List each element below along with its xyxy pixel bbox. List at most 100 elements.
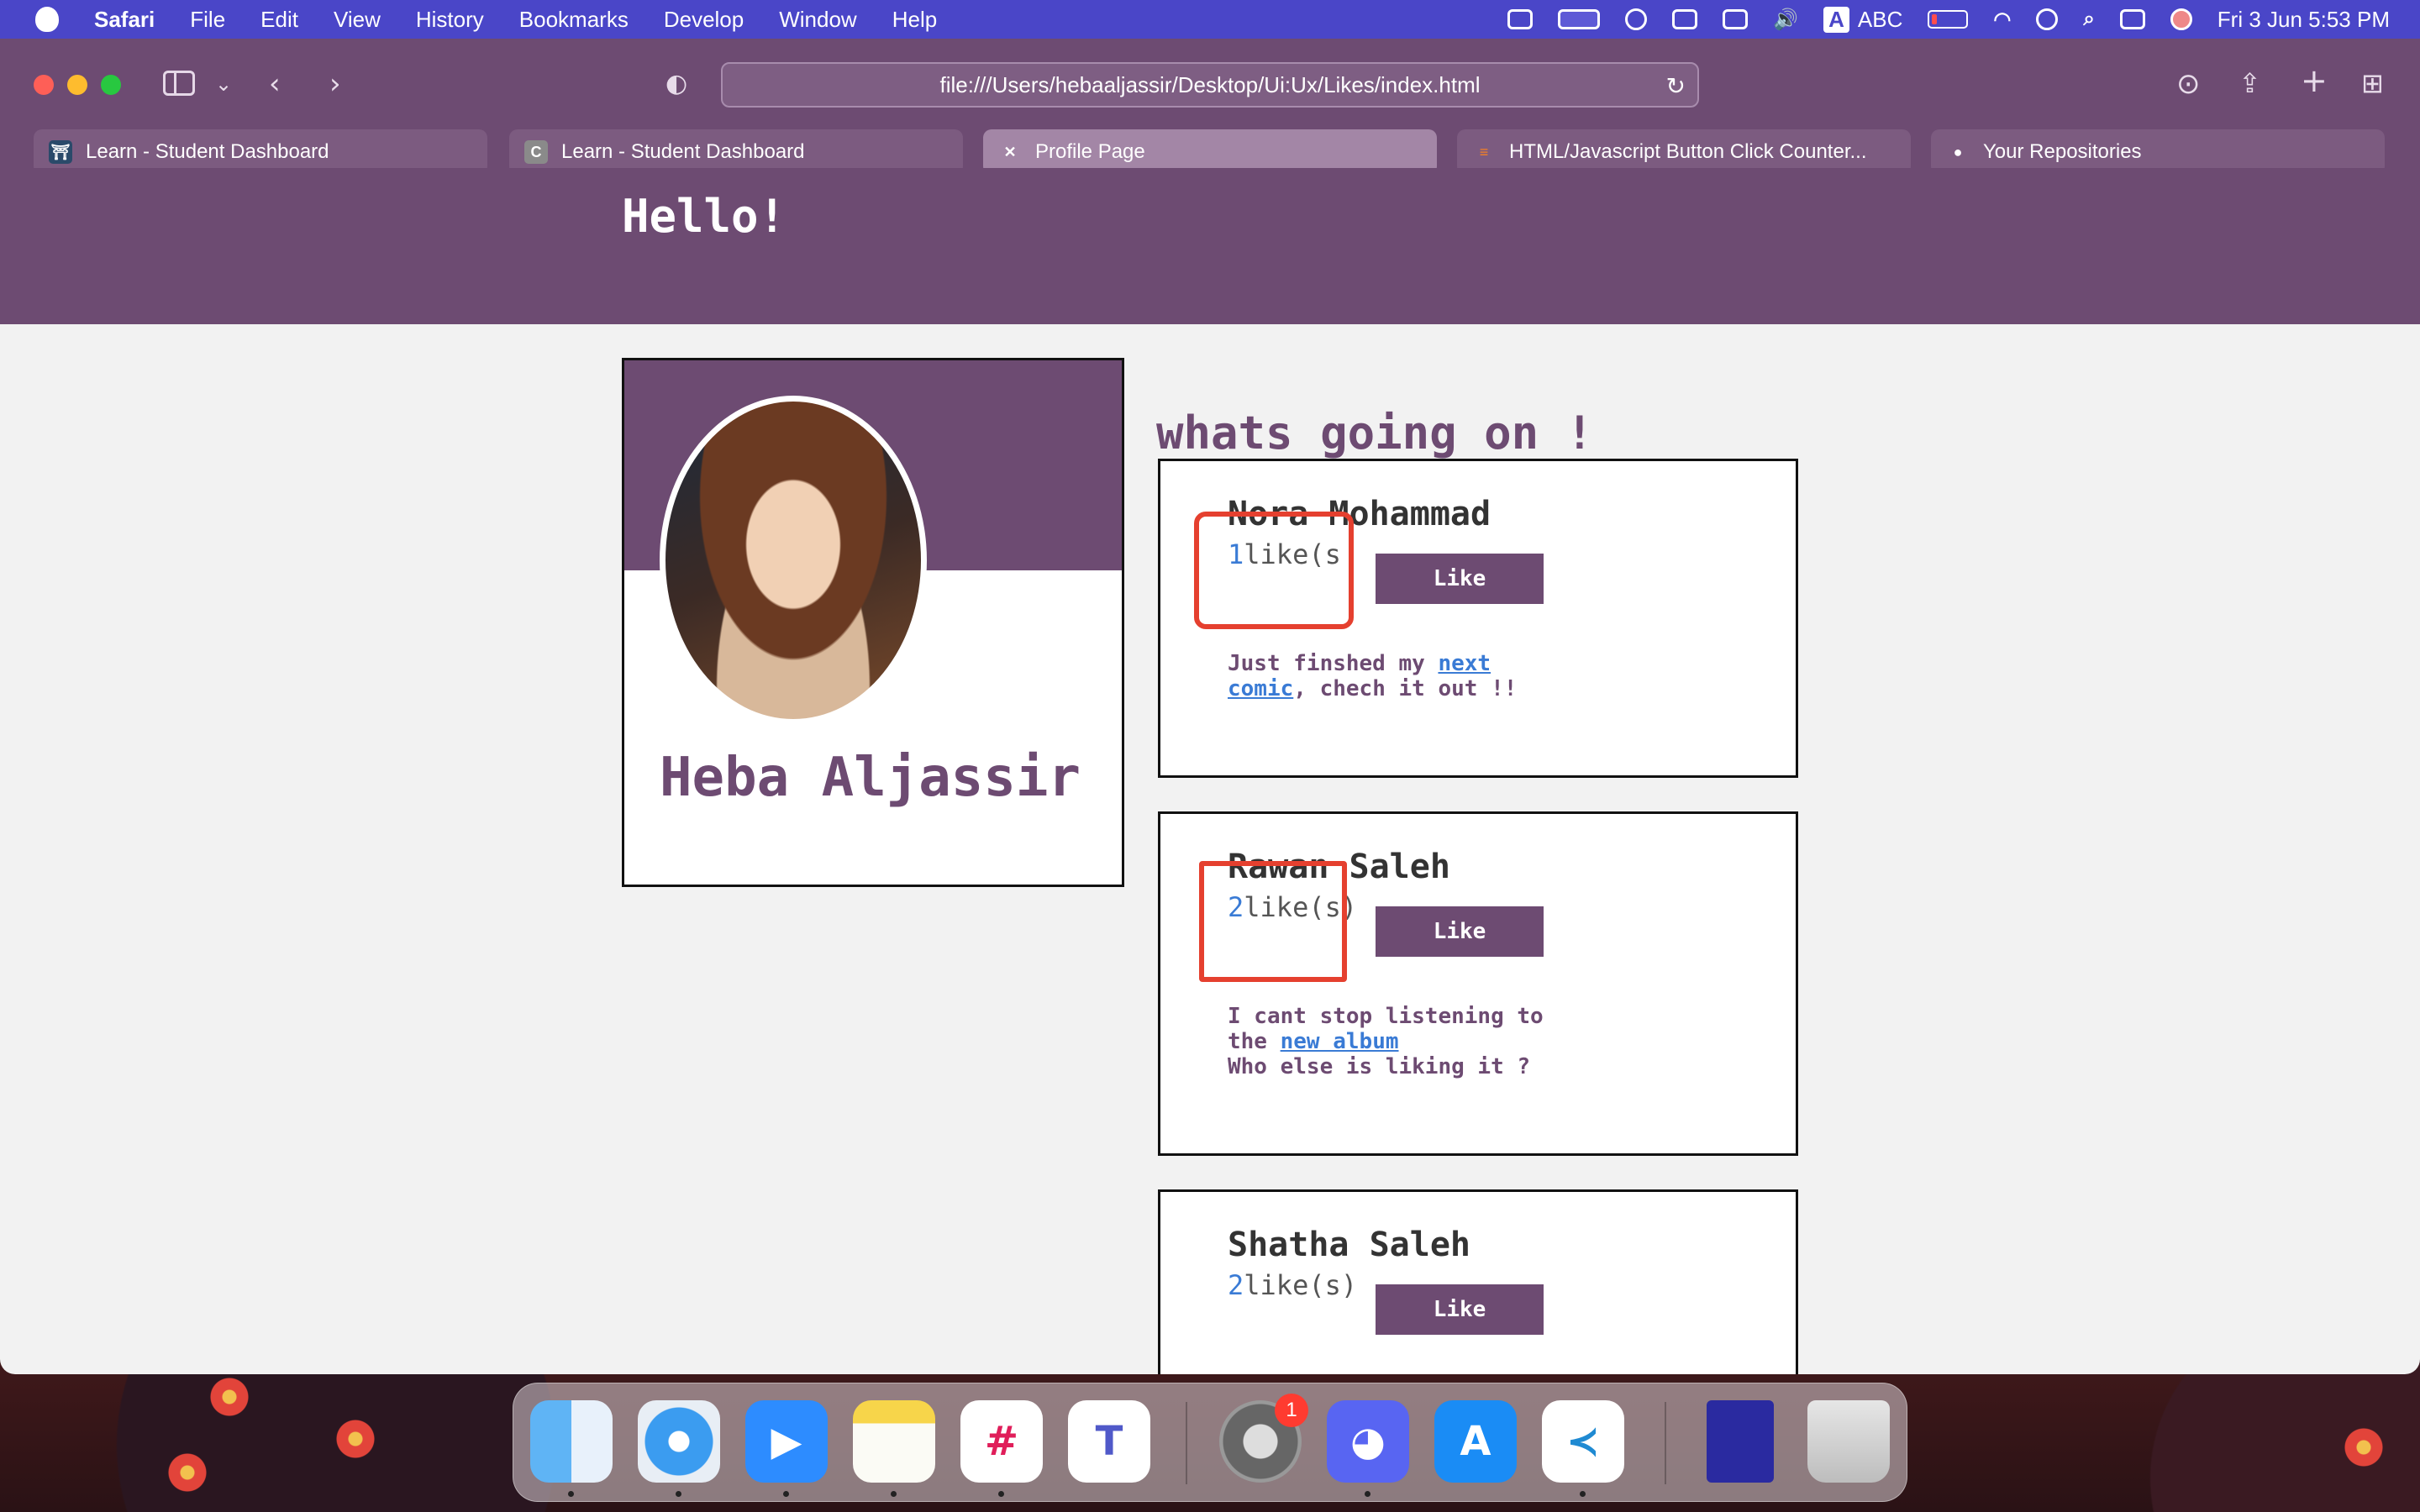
dock-separator xyxy=(1665,1402,1666,1484)
tab-label: HTML/Javascript Button Click Counter... xyxy=(1509,140,1867,163)
menu-view[interactable]: View xyxy=(334,7,381,33)
post-text-after: , chech it out !! xyxy=(1293,676,1518,701)
back-arrow-icon[interactable]: ‹ xyxy=(269,67,281,101)
trash-icon[interactable] xyxy=(1807,1400,1890,1483)
dock-status-icon[interactable] xyxy=(1672,9,1698,29)
input-source[interactable]: A ABC xyxy=(1823,6,1903,33)
tab-overview-icon[interactable]: ⊞ xyxy=(2361,67,2384,99)
discord-icon[interactable]: ◕ xyxy=(1327,1400,1409,1483)
menu-bar: Safari File Edit View History Bookmarks … xyxy=(0,0,2420,39)
post-text: I cant stop listening to the new album Wh… xyxy=(1228,1004,1547,1079)
sidebar-toggle-icon[interactable] xyxy=(163,71,195,96)
notification-badge: 1 xyxy=(1275,1394,1308,1427)
volume-icon[interactable]: 🔊 xyxy=(1773,8,1798,32)
vscode-icon[interactable]: ≺ xyxy=(1542,1400,1624,1483)
address-bar[interactable]: file:///Users/hebaaljassir/Desktop/Ui:Ux… xyxy=(721,62,1699,108)
clock[interactable]: Fri 3 Jun 5:53 PM xyxy=(2217,7,2390,33)
chevron-down-icon[interactable]: ⌄ xyxy=(215,72,232,96)
annotation-highlight-box xyxy=(1199,861,1347,982)
web-page: Hello! Heba Aljassir whats going on ! No… xyxy=(0,168,2420,1374)
user-icon[interactable] xyxy=(2036,8,2059,30)
window-status-icon[interactable] xyxy=(1723,9,1749,29)
safari-window: ⌄ ‹ › ◐ file:///Users/hebaaljassir/Deskt… xyxy=(0,39,2420,1374)
tab-label: Profile Page xyxy=(1035,140,1145,163)
wallpaper-flower xyxy=(2344,1428,2383,1467)
system-preferences-icon[interactable]: 1 xyxy=(1219,1394,1308,1483)
zoom-status-icon[interactable] xyxy=(1507,9,1534,29)
tab-favicon-icon: ⛩ xyxy=(49,140,72,164)
wallpaper-flower xyxy=(336,1420,375,1458)
menu-develop[interactable]: Develop xyxy=(664,7,744,33)
new-tab-icon[interactable]: + xyxy=(2301,62,2328,99)
app-store-icon[interactable]: A xyxy=(1434,1400,1517,1483)
post-text: Just finshed my next comic, chech it out… xyxy=(1228,651,1547,701)
browser-toolbar: ⌄ ‹ › ◐ file:///Users/hebaaljassir/Deskt… xyxy=(0,39,2420,129)
menu-bar-status-area: 🔊 A ABC ◠ ⌕ Fri 3 Jun 5:53 PM xyxy=(1507,0,2390,39)
tab-label: Your Repositories xyxy=(1983,140,2142,163)
input-source-label: ABC xyxy=(1857,6,1903,32)
like-suffix: like(s) xyxy=(1244,1269,1358,1301)
profile-card: Heba Aljassir xyxy=(622,358,1124,887)
tab-close-icon[interactable]: ✕ xyxy=(998,140,1022,164)
control-center-icon[interactable] xyxy=(2119,9,2145,29)
post-text-before: Just finshed my xyxy=(1228,651,1439,676)
search-icon[interactable]: ⌕ xyxy=(2083,8,2094,31)
post-text-after: Who else is liking it ? xyxy=(1228,1054,1531,1079)
like-counter: 2like(s) xyxy=(1228,1269,1357,1301)
downloads-icon[interactable]: ⊙ xyxy=(2176,67,2201,101)
tab-label: Learn - Student Dashboard xyxy=(86,140,329,163)
profile-name: Heba Aljassir xyxy=(660,747,1081,809)
tab-favicon-icon: C xyxy=(524,140,548,164)
finder-icon[interactable] xyxy=(530,1400,613,1483)
privacy-shield-icon[interactable]: ◐ xyxy=(666,69,687,98)
share-icon[interactable]: ⇪ xyxy=(2238,67,2261,99)
menu-edit[interactable]: Edit xyxy=(260,7,298,33)
menu-bookmarks[interactable]: Bookmarks xyxy=(519,7,629,33)
wallpaper-flower xyxy=(168,1453,207,1492)
like-button[interactable]: Like xyxy=(1376,1284,1544,1335)
running-indicator xyxy=(676,1491,681,1497)
menu-window[interactable]: Window xyxy=(779,7,856,33)
header-greeting: Hello! xyxy=(622,190,786,243)
dock-separator xyxy=(1186,1402,1187,1484)
feed-title: whats going on ! xyxy=(1156,407,1594,459)
post-link[interactable]: new album xyxy=(1281,1029,1399,1054)
battery-icon[interactable] xyxy=(1928,10,1969,29)
slack-icon[interactable]: # xyxy=(960,1400,1043,1483)
running-indicator xyxy=(783,1491,789,1497)
screen-status-icon[interactable] xyxy=(1558,9,1601,29)
url-text: file:///Users/hebaaljassir/Desktop/Ui:Ux… xyxy=(939,71,1481,97)
safari-icon[interactable] xyxy=(638,1400,720,1483)
notes-icon[interactable] xyxy=(853,1400,935,1483)
like-count: 2 xyxy=(1228,1269,1244,1301)
tab-favicon-icon: ≡ xyxy=(1479,143,1489,160)
m-status-icon[interactable] xyxy=(1625,8,1648,30)
forward-arrow-icon[interactable]: › xyxy=(329,67,341,101)
reload-icon[interactable]: ↻ xyxy=(1666,72,1686,100)
menu-history[interactable]: History xyxy=(416,7,484,33)
siri-icon[interactable] xyxy=(2170,8,2192,30)
github-icon: ● xyxy=(1953,143,1963,160)
menu-file[interactable]: File xyxy=(190,7,225,33)
avatar xyxy=(660,396,927,725)
apple-menu-icon[interactable] xyxy=(35,7,59,32)
running-indicator xyxy=(568,1491,574,1497)
annotation-highlight-box xyxy=(1194,512,1354,629)
menu-app-name[interactable]: Safari xyxy=(94,7,155,33)
page-header: Hello! xyxy=(0,168,2420,324)
menu-help[interactable]: Help xyxy=(892,7,937,33)
running-indicator xyxy=(998,1491,1004,1497)
like-button[interactable]: Like xyxy=(1376,554,1544,604)
running-indicator xyxy=(1580,1491,1586,1497)
teams-icon[interactable]: T xyxy=(1068,1400,1150,1483)
post-card: Nora Mohammad 1like(s Like Just finshed … xyxy=(1158,459,1798,778)
like-button[interactable]: Like xyxy=(1376,906,1544,957)
close-window-button[interactable] xyxy=(34,75,54,95)
minimize-window-button[interactable] xyxy=(67,75,87,95)
zoom-icon[interactable]: ▶ xyxy=(745,1400,828,1483)
wallpaper-flower xyxy=(210,1378,249,1416)
document-icon[interactable] xyxy=(1707,1400,1774,1483)
tab-label: Learn - Student Dashboard xyxy=(561,140,805,163)
wifi-icon[interactable]: ◠ xyxy=(1993,8,2011,32)
fullscreen-window-button[interactable] xyxy=(101,75,121,95)
